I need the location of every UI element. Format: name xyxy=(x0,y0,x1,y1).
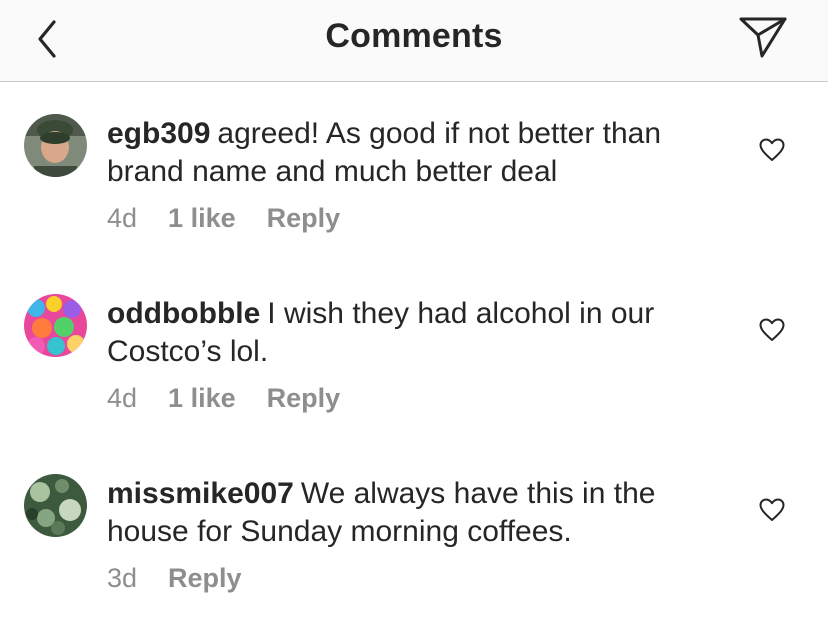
send-icon xyxy=(739,17,787,58)
heart-icon[interactable] xyxy=(759,498,785,522)
comment-likes[interactable]: 1 like xyxy=(168,383,236,413)
send-button[interactable] xyxy=(737,14,789,62)
avatar[interactable] xyxy=(24,114,87,177)
comment-item: egb309 agreed! As good if not better than… xyxy=(0,114,828,284)
comment-item: missmike007 We always have this in the ho… xyxy=(0,474,828,644)
heart-icon[interactable] xyxy=(759,138,785,162)
comment-username[interactable]: egb309 xyxy=(107,117,210,150)
comment-time: 3d xyxy=(107,563,138,593)
comment-text-block: egb309 agreed! As good if not better than… xyxy=(107,115,717,191)
comment-text-block: missmike007 We always have this in the ho… xyxy=(107,475,717,551)
heart-icon[interactable] xyxy=(759,318,785,342)
reply-button[interactable]: Reply xyxy=(267,383,341,413)
header-bar: Comments xyxy=(0,0,828,82)
comment-username[interactable]: missmike007 xyxy=(107,477,294,510)
comment-text-block: oddbobble I wish they had alcohol in our … xyxy=(107,295,717,371)
comment-meta: 4d 1 like Reply xyxy=(107,203,371,234)
comment-meta: 3d Reply xyxy=(107,563,273,594)
avatar[interactable] xyxy=(24,294,87,357)
comment-meta: 4d 1 like Reply xyxy=(107,383,371,414)
comment-time: 4d xyxy=(107,383,138,413)
comment-item: oddbobble I wish they had alcohol in our … xyxy=(0,294,828,464)
page-title: Comments xyxy=(325,17,503,55)
reply-button[interactable]: Reply xyxy=(267,203,341,233)
comment-likes[interactable]: 1 like xyxy=(168,203,236,233)
comment-time: 4d xyxy=(107,203,138,233)
avatar[interactable] xyxy=(24,474,87,537)
reply-button[interactable]: Reply xyxy=(168,563,242,593)
comment-username[interactable]: oddbobble xyxy=(107,297,260,330)
